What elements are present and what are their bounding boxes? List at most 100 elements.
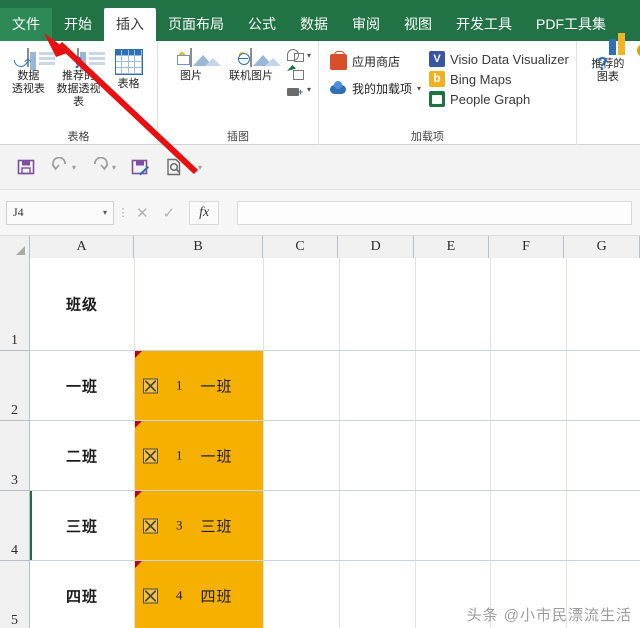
cell-e2[interactable] bbox=[416, 351, 491, 421]
tab-insert[interactable]: 插入 bbox=[104, 8, 156, 41]
row-header-5[interactable]: 5 bbox=[0, 561, 30, 628]
tab-home[interactable]: 开始 bbox=[52, 8, 104, 41]
column-header-e[interactable]: E bbox=[414, 236, 489, 258]
table-button[interactable]: 表格 bbox=[105, 45, 152, 91]
recommended-pivot-table-label: 推荐的 数据透视表 bbox=[56, 70, 101, 108]
shapes-button[interactable]: ▾ bbox=[287, 48, 311, 63]
store-icon bbox=[330, 50, 348, 70]
cell-b5[interactable]: 4 四班 bbox=[135, 561, 264, 628]
people-graph-item[interactable]: People Graph bbox=[429, 91, 569, 107]
cell-g4[interactable] bbox=[567, 491, 640, 561]
cell-g3[interactable] bbox=[567, 421, 640, 491]
undo-button[interactable]: ▾ bbox=[50, 157, 76, 177]
cell-e4[interactable] bbox=[416, 491, 491, 561]
undo-icon bbox=[51, 157, 66, 171]
cell-d4[interactable] bbox=[340, 491, 416, 561]
cancel-button[interactable]: ✕ bbox=[136, 204, 149, 222]
cell-f3[interactable] bbox=[491, 421, 567, 491]
cell-c5[interactable] bbox=[264, 561, 340, 628]
cell-a5[interactable]: 四班 bbox=[30, 561, 135, 628]
select-all-button[interactable] bbox=[0, 236, 30, 258]
save-button[interactable] bbox=[16, 157, 36, 177]
cell-a3[interactable]: 二班 bbox=[30, 421, 135, 491]
picture-icon bbox=[177, 48, 221, 67]
insert-function-button[interactable]: fx bbox=[189, 200, 220, 225]
row-header-1[interactable]: 1 bbox=[0, 258, 30, 351]
cell-b4[interactable]: 3 三班 bbox=[135, 491, 264, 561]
table-row: 三班 3 三班 bbox=[30, 491, 640, 561]
cell-f4[interactable] bbox=[491, 491, 567, 561]
column-header-b[interactable]: B bbox=[134, 236, 263, 258]
row-header-3[interactable]: 3 bbox=[0, 421, 30, 491]
cell-b1[interactable] bbox=[135, 258, 264, 351]
cell-a2[interactable]: 一班 bbox=[30, 351, 135, 421]
column-header-c[interactable]: C bbox=[262, 236, 339, 258]
cell-f2[interactable] bbox=[491, 351, 567, 421]
cell-d1[interactable] bbox=[340, 258, 416, 351]
chevron-down-icon[interactable]: ▾ bbox=[72, 163, 76, 172]
column-header-a[interactable]: A bbox=[29, 236, 135, 258]
column-chart-button[interactable] bbox=[634, 44, 640, 57]
cell-d3[interactable] bbox=[340, 421, 416, 491]
tab-file[interactable]: 文件 bbox=[0, 8, 52, 41]
picture-button[interactable]: 图片 bbox=[163, 45, 221, 83]
cell-e1[interactable] bbox=[416, 258, 491, 351]
redo-button[interactable]: ▾ bbox=[90, 157, 116, 177]
store-button[interactable]: 应用商店 bbox=[330, 50, 421, 70]
table-row: 班级 bbox=[30, 258, 640, 351]
recommended-charts-button[interactable]: ? 推荐的 图表 bbox=[582, 33, 634, 84]
chevron-down-icon[interactable]: ▾ bbox=[112, 163, 116, 172]
tab-view[interactable]: 视图 bbox=[392, 8, 444, 41]
visio-data-visualizer-item[interactable]: Visio Data Visualizer bbox=[429, 51, 569, 67]
print-preview-button[interactable] bbox=[164, 157, 184, 177]
row-header-2[interactable]: 2 bbox=[0, 351, 30, 421]
my-addins-button[interactable]: 我的加载项 ▾ bbox=[330, 80, 421, 97]
online-picture-button[interactable]: 联机图片 bbox=[219, 45, 283, 83]
customize-qat-icon[interactable]: ▾ bbox=[198, 163, 202, 172]
comment-indicator-icon bbox=[135, 491, 142, 498]
visio-icon bbox=[429, 51, 446, 67]
cell-c1[interactable] bbox=[264, 258, 340, 351]
chevron-down-icon[interactable]: ▾ bbox=[103, 208, 107, 217]
column-header-d[interactable]: D bbox=[338, 236, 415, 258]
pivot-table-label: 数据 透视表 bbox=[11, 70, 45, 95]
save-as-button[interactable] bbox=[130, 157, 150, 177]
tab-data[interactable]: 数据 bbox=[288, 8, 340, 41]
cell-d5[interactable] bbox=[340, 561, 416, 628]
tab-page-layout[interactable]: 页面布局 bbox=[156, 8, 236, 41]
column-header-g[interactable]: G bbox=[564, 236, 640, 258]
cell-b2[interactable]: 1 一班 bbox=[135, 351, 264, 421]
tab-formulas[interactable]: 公式 bbox=[236, 8, 288, 41]
pivot-table-button[interactable]: ⤻ 数据 透视表 bbox=[5, 45, 52, 96]
cell-a1[interactable]: 班级 bbox=[30, 258, 135, 351]
column-header-row: A B C D E F G bbox=[0, 236, 640, 258]
tab-pdf-toolkit[interactable]: PDF工具集 bbox=[524, 8, 618, 41]
row-header-4[interactable]: 4 bbox=[0, 491, 30, 561]
confirm-button[interactable]: ✓ bbox=[163, 204, 176, 222]
cell-e3[interactable] bbox=[416, 421, 491, 491]
screenshot-button[interactable]: ▾ bbox=[287, 82, 311, 97]
column-header-f[interactable]: F bbox=[488, 236, 565, 258]
cell-a4[interactable]: 三班 bbox=[30, 491, 135, 561]
cell-c4[interactable] bbox=[264, 491, 340, 561]
formula-input[interactable] bbox=[237, 200, 632, 225]
cell-g1[interactable] bbox=[567, 258, 640, 351]
name-box[interactable]: J4 ▾ bbox=[6, 200, 114, 225]
addins-app-list: Visio Data Visualizer Bing Maps People G… bbox=[423, 45, 571, 107]
tab-review[interactable]: 审阅 bbox=[340, 8, 392, 41]
formula-bar-grip[interactable]: ⋮ bbox=[114, 207, 132, 218]
smartart-button[interactable] bbox=[287, 65, 311, 80]
tab-developer[interactable]: 开发工具 bbox=[444, 8, 524, 41]
cell-b3[interactable]: 1 一班 bbox=[135, 421, 264, 491]
recommended-pivot-table-icon: ? bbox=[72, 48, 82, 71]
cell-d2[interactable] bbox=[340, 351, 416, 421]
cell-c3[interactable] bbox=[264, 421, 340, 491]
cell-f1[interactable] bbox=[491, 258, 567, 351]
cell-c2[interactable] bbox=[264, 351, 340, 421]
bing-maps-item[interactable]: Bing Maps bbox=[429, 71, 569, 87]
watermark: 头条 @小市民漂流生活 bbox=[466, 607, 632, 624]
table-label: 表格 bbox=[117, 78, 140, 90]
cell-g2[interactable] bbox=[567, 351, 640, 421]
save-icon bbox=[17, 159, 35, 175]
recommended-pivot-table-button[interactable]: ? 推荐的 数据透视表 bbox=[52, 45, 105, 109]
